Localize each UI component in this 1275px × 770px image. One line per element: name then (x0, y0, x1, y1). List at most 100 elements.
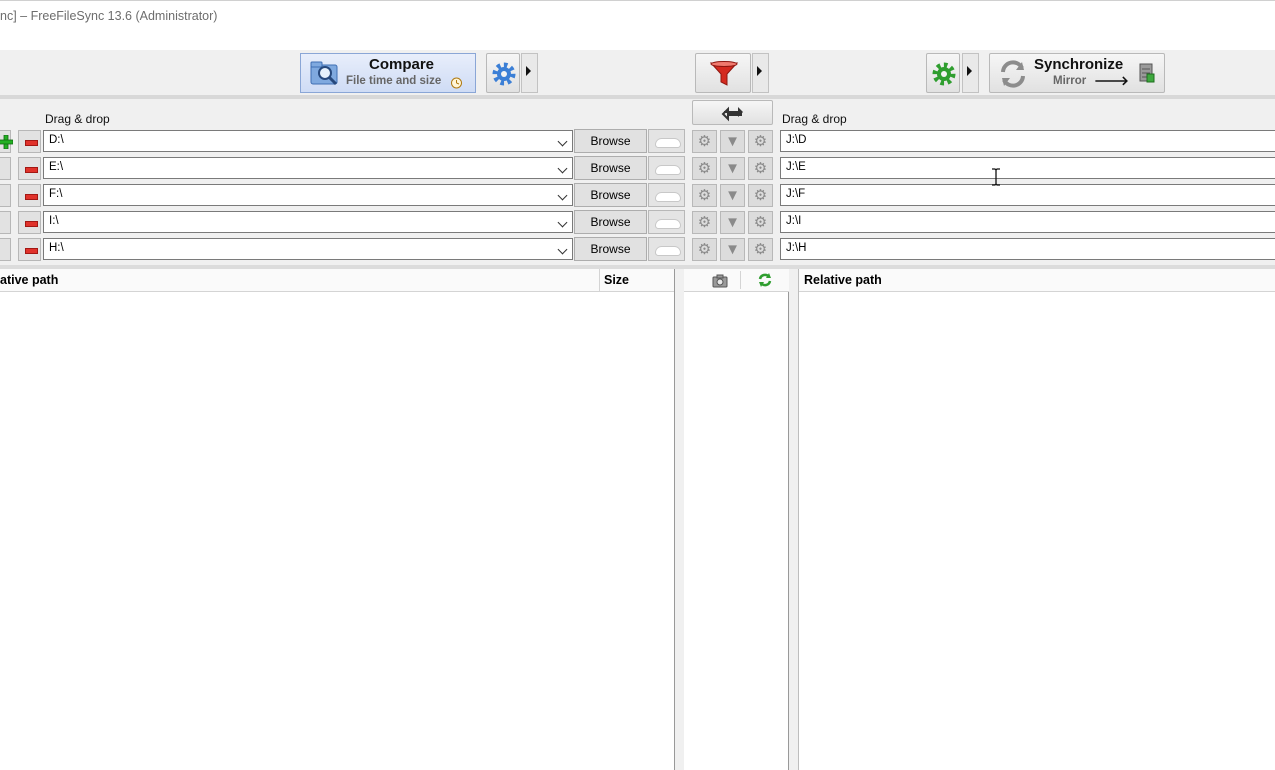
right-folder-path: J:\H (786, 242, 807, 254)
left-folder-path: D:\ (49, 134, 64, 146)
remove-folder-pair-button[interactable] (18, 211, 41, 234)
filter-dropdown[interactable] (752, 53, 769, 93)
left-folder-path: F:\ (49, 188, 63, 200)
left-drag-drop-label: Drag & drop (45, 112, 110, 126)
filter-button[interactable] (695, 53, 751, 93)
camera-icon[interactable] (712, 273, 728, 288)
chevron-down-icon[interactable] (557, 217, 568, 228)
remove-folder-pair-button[interactable] (18, 184, 41, 207)
sync-settings-button[interactable] (926, 53, 960, 93)
left-browse-button[interactable]: Browse (574, 156, 647, 180)
compare-button[interactable]: Compare File time and size (300, 53, 476, 93)
right-splitter[interactable] (789, 269, 799, 770)
expand-pair-button[interactable] (0, 157, 11, 180)
sync-arrows-icon (997, 58, 1029, 90)
right-folder-path: J:\I (786, 215, 802, 227)
chevron-down-icon[interactable] (557, 244, 568, 255)
pair-filter-button[interactable]: ▼ (720, 238, 745, 261)
minus-icon (25, 221, 38, 227)
pair-compare-settings-button[interactable]: ⚙ (692, 238, 717, 261)
right-folder-path: J:\D (786, 134, 807, 146)
synchronize-label: Synchronize (1034, 56, 1124, 73)
right-file-grid[interactable]: Relative path (799, 269, 1275, 770)
add-folder-pair-button[interactable] (0, 130, 14, 153)
left-cloud-button[interactable] (648, 129, 685, 153)
left-file-grid[interactable]: ative path Size (0, 269, 679, 770)
left-browse-button[interactable]: Browse (574, 183, 647, 207)
swap-icon (721, 104, 745, 122)
chevron-down-icon[interactable] (557, 190, 568, 201)
swap-sides-button[interactable] (692, 100, 773, 125)
pair-filter-button[interactable]: ▼ (720, 157, 745, 180)
action-grid-header (684, 269, 789, 292)
chevron-down-icon[interactable] (557, 136, 568, 147)
database-icon (1139, 63, 1155, 83)
pair-filter-button[interactable]: ▼ (720, 211, 745, 234)
compare-settings-dropdown[interactable] (521, 53, 538, 93)
compare-label: Compare (369, 56, 435, 73)
right-folder-path: J:\F (786, 188, 806, 200)
left-folder-input[interactable]: D:\ (43, 130, 573, 152)
expand-pair-button[interactable] (0, 184, 11, 207)
right-folder-input[interactable]: J:\I (780, 211, 1275, 233)
title-bar: nc] – FreeFileSync 13.6 (Administrator) (0, 0, 1275, 50)
left-browse-button[interactable]: Browse (574, 237, 647, 261)
left-relative-path-header[interactable]: ative path (0, 269, 600, 292)
left-folder-path: I:\ (49, 215, 59, 227)
left-folder-input[interactable]: E:\ (43, 157, 573, 179)
left-splitter[interactable] (674, 269, 684, 770)
right-folder-input[interactable]: J:\D (780, 130, 1275, 152)
right-folder-path: J:\E (786, 161, 806, 173)
left-cloud-button[interactable] (648, 237, 685, 261)
remove-folder-pair-button[interactable] (18, 130, 41, 153)
left-size-header[interactable]: Size (599, 269, 679, 292)
right-folder-input[interactable]: J:\H (780, 238, 1275, 260)
refresh-icon[interactable] (757, 272, 773, 288)
pair-compare-settings-button[interactable]: ⚙ (692, 130, 717, 153)
expand-pair-button[interactable] (0, 238, 11, 261)
pair-sync-settings-button[interactable]: ⚙ (748, 238, 773, 261)
left-cloud-button[interactable] (648, 210, 685, 234)
synchronize-button[interactable]: Synchronize Mirror 🡒 (989, 53, 1165, 93)
expand-pair-button[interactable] (0, 211, 11, 234)
gear-icon (491, 61, 517, 87)
left-folder-input[interactable]: F:\ (43, 184, 573, 206)
sync-settings-dropdown[interactable] (962, 53, 979, 93)
left-browse-button[interactable]: Browse (574, 210, 647, 234)
sync-variant-label: Mirror (1053, 75, 1087, 87)
pair-filter-button[interactable]: ▼ (720, 184, 745, 207)
pair-compare-settings-button[interactable]: ⚙ (692, 184, 717, 207)
relative-path-label: Relative path (804, 273, 882, 287)
pair-sync-settings-button[interactable]: ⚙ (748, 130, 773, 153)
plus-icon (0, 134, 14, 150)
folder-pairs-panel: Drag & drop Drag & drop D:\ Browse ⚙ ▼ ⚙… (0, 99, 1275, 265)
window-title: nc] – FreeFileSync 13.6 (Administrator) (0, 9, 218, 23)
minus-icon (25, 248, 38, 254)
left-cloud-button[interactable] (648, 183, 685, 207)
pair-compare-settings-button[interactable]: ⚙ (692, 211, 717, 234)
text-cursor-icon (990, 168, 1002, 186)
minus-icon (25, 140, 38, 146)
compare-settings-button[interactable] (486, 53, 520, 93)
remove-folder-pair-button[interactable] (18, 157, 41, 180)
chevron-down-icon[interactable] (557, 163, 568, 174)
pair-sync-settings-button[interactable]: ⚙ (748, 211, 773, 234)
toolbar: Compare File time and size Synchronize M… (0, 50, 1275, 96)
pair-sync-settings-button[interactable]: ⚙ (748, 157, 773, 180)
left-folder-input[interactable]: I:\ (43, 211, 573, 233)
compare-variant-label: File time and size (346, 75, 442, 87)
left-browse-button[interactable]: Browse (574, 129, 647, 153)
funnel-icon (709, 60, 739, 88)
right-relative-path-header[interactable]: Relative path (799, 269, 1275, 292)
left-cloud-button[interactable] (648, 156, 685, 180)
right-folder-input[interactable]: J:\E (780, 157, 1275, 179)
pair-sync-settings-button[interactable]: ⚙ (748, 184, 773, 207)
pair-compare-settings-button[interactable]: ⚙ (692, 157, 717, 180)
remove-folder-pair-button[interactable] (18, 238, 41, 261)
right-folder-input[interactable]: J:\F (780, 184, 1275, 206)
minus-icon (25, 167, 38, 173)
left-folder-input[interactable]: H:\ (43, 238, 573, 260)
action-grid[interactable] (684, 269, 789, 770)
pair-filter-button[interactable]: ▼ (720, 130, 745, 153)
gear-icon (931, 61, 957, 87)
